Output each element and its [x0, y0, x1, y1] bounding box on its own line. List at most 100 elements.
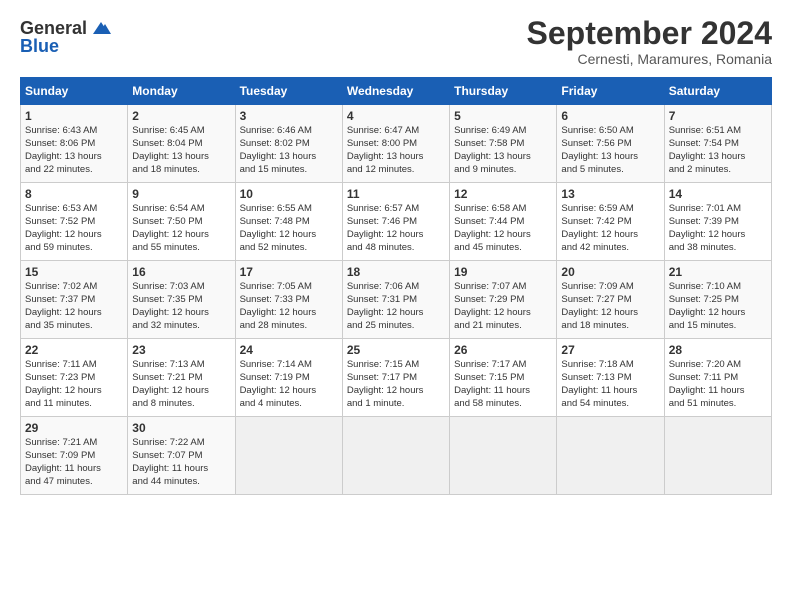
calendar-cell: 28Sunrise: 7:20 AMSunset: 7:11 PMDayligh… — [664, 339, 771, 417]
col-monday: Monday — [128, 78, 235, 105]
day-number: 24 — [240, 343, 338, 357]
cell-content: Sunrise: 7:18 AMSunset: 7:13 PMDaylight:… — [561, 359, 659, 410]
col-tuesday: Tuesday — [235, 78, 342, 105]
cell-line: Sunset: 7:11 PM — [669, 372, 739, 383]
calendar-cell — [235, 417, 342, 495]
day-number: 13 — [561, 187, 659, 201]
calendar-week-4: 22Sunrise: 7:11 AMSunset: 7:23 PMDayligh… — [21, 339, 772, 417]
cell-line: and 44 minutes. — [132, 476, 200, 487]
calendar-week-1: 1Sunrise: 6:43 AMSunset: 8:06 PMDaylight… — [21, 105, 772, 183]
cell-content: Sunrise: 7:03 AM Sunset: 7:35 PM Daylight:… — [132, 281, 230, 332]
calendar-cell: 23Sunrise: 7:13 AMSunset: 7:21 PMDayligh… — [128, 339, 235, 417]
day-number: 16 — [132, 265, 230, 279]
cell-content: Sunrise: 7:05 AMSunset: 7:33 PMDaylight:… — [240, 281, 338, 332]
calendar-cell: 12 Sunrise: 6:58 AMSunset: 7:44 PMDayligh… — [450, 183, 557, 261]
cell-content: Sunrise: 7:07 AMSunset: 7:29 PMDaylight:… — [454, 281, 552, 332]
cell-line: Sunrise: 7:03 AM — [132, 281, 204, 292]
cell-line: Daylight: 12 hours — [240, 229, 317, 240]
calendar-cell: 24 Sunrise: 7:14 AM Sunset: 7:19 PM Dayligh… — [235, 339, 342, 417]
cell-line: Sunrise: 6:51 AM — [669, 125, 741, 136]
cell-line: and 48 minutes. — [347, 242, 415, 253]
cell-line: Sunrise: 7:10 AM — [669, 281, 741, 292]
logo: General Blue — [20, 16, 113, 57]
day-number: 18 — [347, 265, 445, 279]
cell-line: and 45 minutes. — [454, 242, 522, 253]
cell-line: Daylight: 11 hours — [454, 385, 530, 396]
calendar-cell: 11Sunrise: 6:57 AMSunset: 7:46 PMDayligh… — [342, 183, 449, 261]
cell-content: Sunrise: 6:49 AMSunset: 7:58 PMDaylight:… — [454, 125, 552, 176]
calendar-week-2: 8Sunrise: 6:53 AMSunset: 7:52 PMDaylight… — [21, 183, 772, 261]
calendar-cell — [664, 417, 771, 495]
cell-line: and 51 minutes. — [669, 398, 737, 409]
cell-line: and 2 minutes. — [669, 164, 731, 175]
cell-line: Sunset: 7:23 PM — [25, 372, 95, 383]
cell-line: Sunset: 7:19 PM — [240, 372, 310, 383]
day-number: 12 — [454, 187, 552, 201]
cell-line: Sunrise: 7:13 AM — [132, 359, 204, 370]
month-title: September 2024 — [527, 16, 772, 51]
header: General Blue September 2024 Cernesti, Ma… — [20, 16, 772, 67]
calendar-cell — [342, 417, 449, 495]
cell-line: Sunset: 7:50 PM — [132, 216, 202, 227]
cell-line: Sunset: 7:58 PM — [454, 138, 524, 149]
cell-line: and 52 minutes. — [240, 242, 308, 253]
cell-line: and 5 minutes. — [561, 164, 623, 175]
cell-line: and 11 minutes. — [25, 398, 92, 409]
cell-content: Sunrise: 6:51 AMSunset: 7:54 PMDaylight:… — [669, 125, 767, 176]
cell-line: Daylight: 12 hours — [132, 307, 209, 318]
cell-line: Daylight: 11 hours — [561, 385, 637, 396]
cell-line: Daylight: 13 hours — [132, 151, 209, 162]
calendar-cell: 16 Sunrise: 7:03 AM Sunset: 7:35 PM Dayligh… — [128, 261, 235, 339]
cell-line: Sunset: 8:04 PM — [132, 138, 202, 149]
cell-line: Sunrise: 7:01 AM — [669, 203, 741, 214]
cell-line: Daylight: 12 hours — [25, 229, 102, 240]
cell-line: and 15 minutes. — [240, 164, 308, 175]
cell-line: Sunrise: 7:22 AM — [132, 437, 204, 448]
day-number: 10 — [240, 187, 338, 201]
calendar-cell: 18 Sunrise: 7:06 AMSunset: 7:31 PMDayligh… — [342, 261, 449, 339]
cell-line: Sunset: 7:35 PM — [132, 294, 202, 305]
calendar-cell: 3 Sunrise: 6:46 AMSunset: 8:02 PMDaylight… — [235, 105, 342, 183]
cell-line: Sunrise: 6:43 AM — [25, 125, 97, 136]
calendar-cell: 7Sunrise: 6:51 AMSunset: 7:54 PMDaylight… — [664, 105, 771, 183]
cell-line: Daylight: 12 hours — [132, 229, 209, 240]
cell-content: Sunrise: 7:22 AMSunset: 7:07 PMDaylight:… — [132, 437, 230, 488]
cell-line: Daylight: 13 hours — [25, 151, 102, 162]
day-number: 3 — [240, 109, 338, 123]
cell-content: Sunrise: 6:50 AMSunset: 7:56 PMDaylight:… — [561, 125, 659, 176]
cell-line: Sunset: 7:13 PM — [561, 372, 631, 383]
day-number: 1 — [25, 109, 123, 123]
day-number: 9 — [132, 187, 230, 201]
cell-line: Sunrise: 7:20 AM — [669, 359, 741, 370]
cell-content: Sunrise: 6:58 AMSunset: 7:44 PMDaylight:… — [454, 203, 552, 254]
cell-line: Sunset: 7:25 PM — [669, 294, 739, 305]
cell-line: Sunrise: 6:55 AM — [240, 203, 312, 214]
cell-content: Sunrise: 6:46 AMSunset: 8:02 PMDaylight:… — [240, 125, 338, 176]
cell-line: Sunset: 7:31 PM — [347, 294, 417, 305]
calendar-cell — [450, 417, 557, 495]
calendar-cell: 20Sunrise: 7:09 AMSunset: 7:27 PMDayligh… — [557, 261, 664, 339]
header-row: Sunday Monday Tuesday Wednesday Thursday… — [21, 78, 772, 105]
day-number: 22 — [25, 343, 123, 357]
calendar-cell: 27Sunrise: 7:18 AMSunset: 7:13 PMDayligh… — [557, 339, 664, 417]
cell-line: Sunrise: 6:59 AM — [561, 203, 633, 214]
cell-line: Sunset: 7:09 PM — [25, 450, 95, 461]
cell-line: Sunset: 7:07 PM — [132, 450, 202, 461]
cell-line: and 15 minutes. — [669, 320, 737, 331]
cell-line: Sunrise: 7:14 AM — [240, 359, 312, 370]
cell-line: Daylight: 12 hours — [347, 229, 424, 240]
cell-line: and 54 minutes. — [561, 398, 629, 409]
cell-line: and 47 minutes. — [25, 476, 93, 487]
cell-content: Sunrise: 7:20 AMSunset: 7:11 PMDaylight:… — [669, 359, 767, 410]
cell-line: Sunset: 7:52 PM — [25, 216, 95, 227]
calendar-cell: 9Sunrise: 6:54 AMSunset: 7:50 PMDaylight… — [128, 183, 235, 261]
cell-content: Sunrise: 7:14 AM Sunset: 7:19 PM Daylight:… — [240, 359, 338, 410]
cell-line: Daylight: 12 hours — [561, 229, 638, 240]
page: General Blue September 2024 Cernesti, Ma… — [0, 0, 792, 505]
cell-content: Sunrise: 7:06 AMSunset: 7:31 PMDaylight:… — [347, 281, 445, 332]
day-number: 21 — [669, 265, 767, 279]
day-number: 5 — [454, 109, 552, 123]
cell-line: Sunset: 7:56 PM — [561, 138, 631, 149]
cell-line: Daylight: 12 hours — [240, 385, 317, 396]
cell-content: Sunrise: 6:47 AMSunset: 8:00 PMDaylight:… — [347, 125, 445, 176]
